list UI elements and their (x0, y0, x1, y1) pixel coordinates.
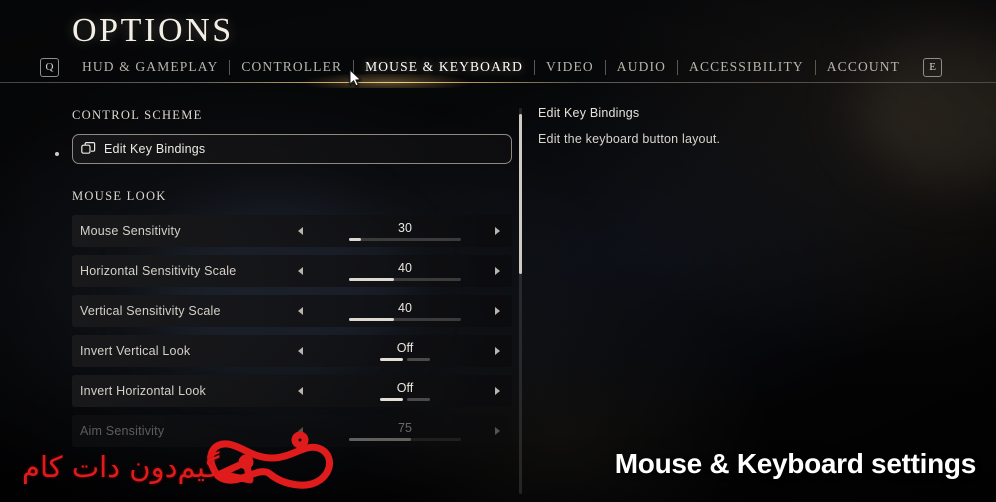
decrease-arrow-icon[interactable] (298, 387, 303, 395)
tab-video[interactable]: VIDEO (535, 54, 605, 80)
decrease-arrow-icon[interactable] (298, 307, 303, 315)
toggle-indicator[interactable] (380, 398, 430, 401)
page-title: OPTIONS (72, 12, 234, 49)
tab-accessibility[interactable]: ACCESSIBILITY (678, 54, 815, 80)
setting-row[interactable]: Invert Horizontal Look Off (72, 375, 512, 407)
setting-control[interactable]: Off (328, 335, 482, 367)
setting-label: Edit Key Bindings (104, 142, 206, 156)
slider-fill (349, 278, 394, 281)
tab-bar[interactable]: Q HUD & GAMEPLAY CONTROLLER MOUSE & KEYBOAR… (40, 54, 943, 80)
description-panel: Edit Key Bindings Edit the keyboard butt… (538, 106, 858, 147)
tab-audio[interactable]: AUDIO (606, 54, 677, 80)
increase-arrow-icon[interactable] (495, 427, 500, 435)
decrease-arrow-icon[interactable] (298, 227, 303, 235)
setting-label: Horizontal Sensitivity Scale (80, 264, 237, 278)
setting-control[interactable]: 40 (328, 295, 482, 327)
setting-row[interactable]: Invert Vertical Look Off (72, 335, 512, 367)
setting-control[interactable]: Off (328, 375, 482, 407)
setting-row[interactable]: Horizontal Sensitivity Scale 40 (72, 255, 512, 287)
setting-label: Mouse Sensitivity (80, 224, 181, 238)
setting-value: 30 (398, 221, 412, 235)
tab-mouse-keyboard[interactable]: MOUSE & KEYBOARD (354, 54, 534, 80)
setting-label: Aim Sensitivity (80, 424, 165, 438)
settings-list: CONTROL SCHEME Edit Key Bindings MOUSE LOO… (72, 108, 512, 455)
decrease-arrow-icon[interactable] (298, 427, 303, 435)
increase-arrow-icon[interactable] (495, 227, 500, 235)
tab-account[interactable]: ACCOUNT (816, 54, 911, 80)
setting-row[interactable]: Edit Key Bindings (72, 134, 512, 164)
selection-bullet (55, 152, 59, 156)
decrease-arrow-icon[interactable] (298, 267, 303, 275)
setting-control[interactable]: 75 (328, 415, 482, 447)
toggle-segment (407, 398, 430, 401)
increase-arrow-icon[interactable] (495, 267, 500, 275)
setting-value: 75 (398, 421, 412, 435)
settings-scrollbar-thumb[interactable] (519, 114, 522, 274)
description-title: Edit Key Bindings (538, 106, 640, 120)
decrease-arrow-icon[interactable] (298, 347, 303, 355)
description-body: Edit the keyboard button layout. (538, 132, 721, 146)
slider-fill (349, 238, 362, 241)
setting-value: 40 (398, 261, 412, 275)
setting-label: Vertical Sensitivity Scale (80, 304, 221, 318)
tab-bar-underline (0, 82, 996, 83)
setting-value: 40 (398, 301, 412, 315)
setting-control[interactable]: 30 (328, 215, 482, 247)
key-hint-e[interactable]: E (923, 57, 943, 77)
slider-fill (349, 318, 394, 321)
slider-track[interactable] (349, 278, 461, 281)
setting-row[interactable]: Vertical Sensitivity Scale 40 (72, 295, 512, 327)
options-screen: OPTIONS Q HUD & GAMEPLAY CONTROLLER MOUSE &… (0, 0, 996, 502)
increase-arrow-icon[interactable] (495, 307, 500, 315)
setting-label: Invert Vertical Look (80, 344, 191, 358)
key-hint-q[interactable]: Q (40, 57, 59, 77)
slider-track[interactable] (349, 318, 461, 321)
setting-label: Invert Horizontal Look (80, 384, 206, 398)
setting-value: Off (396, 381, 414, 395)
setting-value: Off (396, 341, 414, 355)
toggle-segment (380, 398, 403, 401)
increase-arrow-icon[interactable] (495, 387, 500, 395)
section-heading: CONTROL SCHEME (72, 108, 203, 122)
slider-track[interactable] (349, 238, 461, 241)
toggle-segment (380, 358, 403, 361)
section-heading: MOUSE LOOK (72, 189, 167, 203)
increase-arrow-icon[interactable] (495, 347, 500, 355)
settings-scrollbar-track[interactable] (519, 108, 522, 494)
toggle-indicator[interactable] (380, 358, 430, 361)
toggle-segment (407, 358, 430, 361)
setting-control[interactable]: 40 (328, 255, 482, 287)
key-bindings-icon (81, 142, 96, 156)
setting-row[interactable]: Aim Sensitivity 75 (72, 415, 512, 447)
slider-fill (349, 438, 411, 441)
caption-overlay: Mouse & Keyboard settings (614, 448, 977, 479)
setting-row[interactable]: Mouse Sensitivity 30 (72, 215, 512, 247)
slider-track[interactable] (349, 438, 461, 441)
tab-hud-gameplay[interactable]: HUD & GAMEPLAY (71, 54, 229, 80)
tab-controller[interactable]: CONTROLLER (230, 54, 353, 80)
